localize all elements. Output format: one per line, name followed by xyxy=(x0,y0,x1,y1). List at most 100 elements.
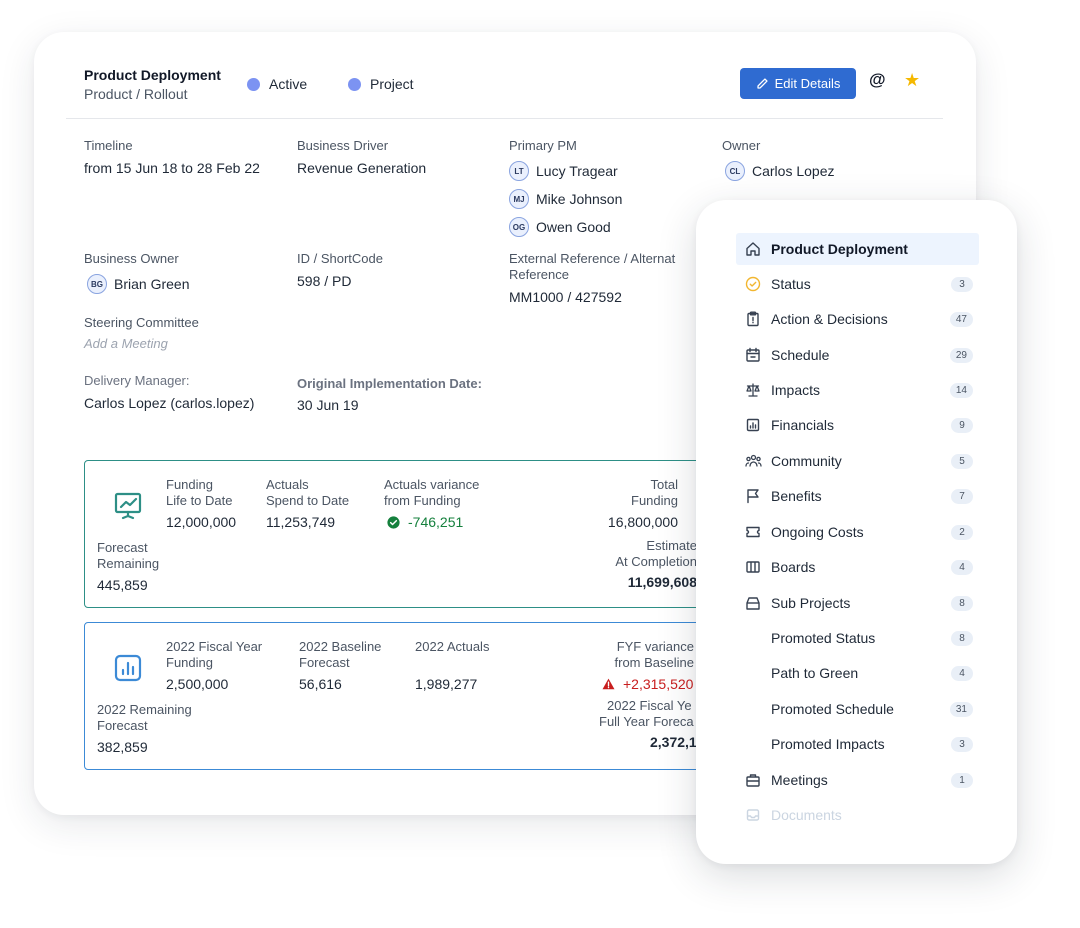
menu-item-label: Community xyxy=(771,453,842,469)
count-badge: 1 xyxy=(951,772,973,788)
baseline-label: 2022 Baseline xyxy=(299,639,382,654)
menu-item-promoted-impacts[interactable]: Promoted Impacts 3 xyxy=(736,728,979,760)
count-badge: 5 xyxy=(951,453,973,469)
menu-item-label: Product Deployment xyxy=(771,241,908,257)
menu-item-boards[interactable]: Boards 4 xyxy=(736,551,979,583)
ticket-icon xyxy=(744,523,762,541)
type-dot-icon xyxy=(348,77,361,91)
avatar: OG xyxy=(509,217,529,237)
edit-details-button[interactable]: Edit Details xyxy=(740,68,856,99)
business-owner-person[interactable]: BG Brian Green xyxy=(87,274,189,294)
menu-item-schedule[interactable]: Schedule 29 xyxy=(736,339,979,371)
project-title: Product Deployment xyxy=(84,67,221,83)
home-icon xyxy=(744,240,762,258)
total-value: 16,800,000 xyxy=(607,514,678,530)
forecast-value: 445,859 xyxy=(97,577,148,593)
menu-item-impacts[interactable]: Impacts 14 xyxy=(736,374,979,406)
fiscal-year-box: 2022 Fiscal Year Funding 2,500,000 2022 … xyxy=(84,622,784,770)
menu-item-action-decisions[interactable]: Action & Decisions 47 xyxy=(736,303,979,335)
menu-item-community[interactable]: Community 5 xyxy=(736,445,979,477)
menu-item-documents[interactable]: Documents xyxy=(736,799,979,831)
project-navigation-menu: Product Deployment Status 3 Action & Dec… xyxy=(696,200,1017,864)
count-badge: 4 xyxy=(951,665,973,681)
menu-item-label: Meetings xyxy=(771,772,828,788)
menu-item-ongoing-costs[interactable]: Ongoing Costs 2 xyxy=(736,516,979,548)
menu-item-label: Ongoing Costs xyxy=(771,524,864,540)
menu-item-meetings[interactable]: Meetings 1 xyxy=(736,764,979,796)
total-label-2: Funding xyxy=(631,493,678,508)
count-badge: 3 xyxy=(951,736,973,752)
funding-label-2: Life to Date xyxy=(166,493,233,508)
delivery-manager-value: Carlos Lopez (carlos.lopez) xyxy=(84,395,255,411)
steering-label: Steering Committee xyxy=(84,315,199,330)
funding-value: 12,000,000 xyxy=(166,514,237,530)
variance-label-2: from Funding xyxy=(384,493,461,508)
menu-item-label: Promoted Schedule xyxy=(771,701,894,717)
actuals-label: Actuals xyxy=(266,477,309,492)
menu-item-label: Benefits xyxy=(771,488,822,504)
people-icon xyxy=(744,452,762,470)
count-badge: 29 xyxy=(949,347,973,363)
scale-icon xyxy=(744,381,762,399)
actuals-value: 11,253,749 xyxy=(266,514,336,530)
count-badge: 8 xyxy=(951,595,973,611)
menu-item-status[interactable]: Status 3 xyxy=(736,268,979,300)
count-badge: 4 xyxy=(951,559,973,575)
primary-pm-label: Primary PM xyxy=(509,138,577,153)
business-owner-name: Brian Green xyxy=(114,276,190,292)
count-badge: 14 xyxy=(949,382,973,398)
bar-chart-icon xyxy=(744,416,762,434)
count-badge: 7 xyxy=(951,488,973,504)
orig-impl-label: Original Implementation Date: xyxy=(297,376,482,391)
business-owner-label: Business Owner xyxy=(84,251,179,266)
variance-value-group: -746,251 xyxy=(387,514,463,530)
pm-lucy[interactable]: LT Lucy Tragear xyxy=(509,161,618,181)
columns-icon xyxy=(744,558,762,576)
pm-owen[interactable]: OG Owen Good xyxy=(509,217,611,237)
avatar: MJ xyxy=(509,189,529,209)
pm-name: Owen Good xyxy=(536,219,611,235)
variance-value: -746,251 xyxy=(408,514,464,530)
delivery-manager-label: Delivery Manager: xyxy=(84,373,190,388)
flag-icon xyxy=(744,487,762,505)
count-badge: 31 xyxy=(949,701,973,717)
menu-item-label: Financials xyxy=(771,417,835,433)
menu-item-financials[interactable]: Financials 9 xyxy=(736,409,979,441)
menu-item-label: Promoted Impacts xyxy=(771,736,885,752)
pm-name: Lucy Tragear xyxy=(536,163,618,179)
variance-label: Actuals variance xyxy=(384,477,480,492)
menu-item-sub-projects[interactable]: Sub Projects 8 xyxy=(736,587,979,619)
business-driver-label: Business Driver xyxy=(297,138,389,153)
star-icon[interactable]: ★ xyxy=(904,70,920,91)
mention-icon[interactable]: @ xyxy=(869,70,886,90)
owner-person[interactable]: CL Carlos Lopez xyxy=(725,161,835,181)
menu-item-benefits[interactable]: Benefits 7 xyxy=(736,480,979,512)
tray-icon xyxy=(744,806,762,824)
menu-item-path-to-green[interactable]: Path to Green 4 xyxy=(736,657,979,689)
fy-actuals-label: 2022 Actuals xyxy=(415,639,490,654)
bar-chart-icon xyxy=(114,654,142,682)
pm-mike[interactable]: MJ Mike Johnson xyxy=(509,189,622,209)
menu-item-promoted-schedule[interactable]: Promoted Schedule 31 xyxy=(736,693,979,725)
fy-funding-label-2: Funding xyxy=(166,655,213,670)
menu-item-label: Impacts xyxy=(771,382,821,398)
header-divider xyxy=(66,118,943,119)
estimate-label: Estimate xyxy=(646,538,697,553)
check-circle-icon xyxy=(387,515,400,529)
menu-item-product-deployment[interactable]: Product Deployment xyxy=(736,233,979,265)
presentation-chart-icon xyxy=(114,492,142,520)
timeline-value: from 15 Jun 18 to 28 Feb 22 xyxy=(84,160,260,176)
baseline-value: 56,616 xyxy=(299,676,342,692)
warning-icon xyxy=(602,678,615,690)
count-badge: 8 xyxy=(951,630,973,646)
menu-item-promoted-status[interactable]: Promoted Status 8 xyxy=(736,622,979,654)
calendar-icon xyxy=(744,346,762,364)
fyf-label: FYF variance xyxy=(616,639,694,654)
avatar: BG xyxy=(87,274,107,294)
menu-item-label: Sub Projects xyxy=(771,595,851,611)
pm-name: Mike Johnson xyxy=(536,191,623,207)
status-pill-label: Active xyxy=(269,76,308,92)
stack-icon xyxy=(744,594,762,612)
fy-actuals-value: 1,989,277 xyxy=(415,676,478,692)
add-meeting-link[interactable]: Add a Meeting xyxy=(84,336,168,351)
